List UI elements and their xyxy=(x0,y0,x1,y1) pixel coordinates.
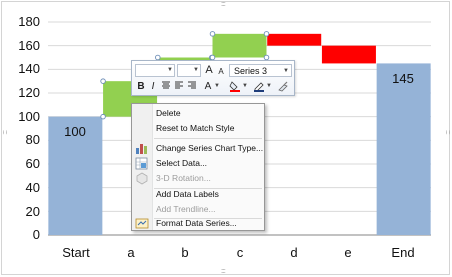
font-color-dropdown-icon[interactable]: ▼ xyxy=(214,80,220,93)
y-tick-label: 120 xyxy=(18,85,40,100)
series-selector[interactable]: Series 3 ▼ xyxy=(229,64,292,77)
y-tick-label: 180 xyxy=(18,14,40,29)
bar-c-increase[interactable] xyxy=(212,33,267,58)
align-right-icon[interactable] xyxy=(186,80,198,93)
menu-separator xyxy=(154,138,262,139)
selection-handle[interactable] xyxy=(100,78,106,84)
menu-item-format-data-series[interactable]: Format Data Series... xyxy=(134,216,263,231)
3d-rotation-icon xyxy=(135,172,149,185)
outline-color-icon[interactable] xyxy=(253,80,265,93)
x-tick-label: c xyxy=(236,245,244,260)
align-center-icon[interactable] xyxy=(160,80,172,93)
format-painter-icon[interactable] xyxy=(277,80,289,93)
y-tick-label: 0 xyxy=(32,227,40,242)
italic-button[interactable]: I xyxy=(147,80,159,93)
y-tick-label: 160 xyxy=(18,38,40,53)
menu-item-label: Add Trendline... xyxy=(156,204,216,214)
x-tick-label: End xyxy=(391,245,415,260)
x-tick-label: Start xyxy=(62,245,90,260)
menu-item-3d-rotation[interactable]: 3-D Rotation... xyxy=(134,171,263,186)
bar-d-decrease[interactable] xyxy=(267,33,322,46)
menu-item-select-data[interactable]: Select Data... xyxy=(134,156,263,171)
font-color-icon[interactable]: A xyxy=(202,80,214,93)
menu-item-label: Change Series Chart Type... xyxy=(156,143,264,153)
series-dropdown-icon[interactable]: ▼ xyxy=(283,65,289,78)
outline-color-dropdown-icon[interactable]: ▼ xyxy=(266,80,272,93)
selection-handle[interactable] xyxy=(263,31,270,37)
bar-e-decrease[interactable] xyxy=(321,45,376,64)
bold-button[interactable]: B xyxy=(135,80,147,93)
font-name-dropdown-icon[interactable]: ▼ xyxy=(167,64,173,77)
font-size-dropdown-icon[interactable]: ▼ xyxy=(193,64,199,77)
y-tick-label: 140 xyxy=(18,61,40,76)
menu-item-reset-to-match-style[interactable]: Reset to Match Style xyxy=(134,121,263,136)
fill-color-icon[interactable] xyxy=(229,80,241,93)
context-menu: Delete Reset to Match Style Change Serie… xyxy=(131,103,265,231)
shrink-font-icon[interactable]: A xyxy=(215,65,227,78)
menu-item-label: Delete xyxy=(156,108,181,118)
menu-item-label: Select Data... xyxy=(156,158,208,168)
y-tick-label: 80 xyxy=(25,132,40,147)
format-series-icon xyxy=(135,217,149,230)
y-tick-label: 20 xyxy=(25,204,40,219)
selection-handle[interactable] xyxy=(209,31,216,37)
menu-item-label: 3-D Rotation... xyxy=(156,173,211,183)
x-tick-label: a xyxy=(127,245,135,260)
align-left-icon[interactable] xyxy=(173,80,185,93)
y-tick-label: 100 xyxy=(18,109,40,124)
grow-font-icon[interactable]: A xyxy=(203,64,215,77)
x-tick-label: b xyxy=(181,245,189,260)
chart-type-icon xyxy=(135,142,149,155)
x-tick-label: e xyxy=(344,245,352,260)
data-label-start: 100 xyxy=(64,124,86,139)
menu-item-label: Add Data Labels xyxy=(156,189,219,199)
menu-item-delete[interactable]: Delete xyxy=(134,106,263,121)
menu-item-label: Format Data Series... xyxy=(156,218,237,228)
menu-item-add-data-labels[interactable]: Add Data Labels xyxy=(134,187,263,202)
fill-color-dropdown-icon[interactable]: ▼ xyxy=(242,80,248,93)
mini-toolbar: ▼ ▼ A A Series 3 ▼ B I A ▼ ▼ ▼ xyxy=(131,60,295,96)
menu-item-change-series-chart-type[interactable]: Change Series Chart Type... xyxy=(134,141,263,156)
x-tick-label: d xyxy=(290,245,298,260)
selection-handle[interactable] xyxy=(100,113,106,120)
menu-item-label: Reset to Match Style xyxy=(156,123,235,133)
menu-item-add-trendline[interactable]: Add Trendline... xyxy=(134,202,263,217)
bar-end[interactable] xyxy=(376,63,431,235)
select-data-icon xyxy=(135,157,149,170)
series-selector-value: Series 3 xyxy=(234,66,268,76)
y-tick-label: 60 xyxy=(25,156,40,171)
data-label-end: 145 xyxy=(392,71,414,86)
y-tick-label: 40 xyxy=(25,180,40,195)
